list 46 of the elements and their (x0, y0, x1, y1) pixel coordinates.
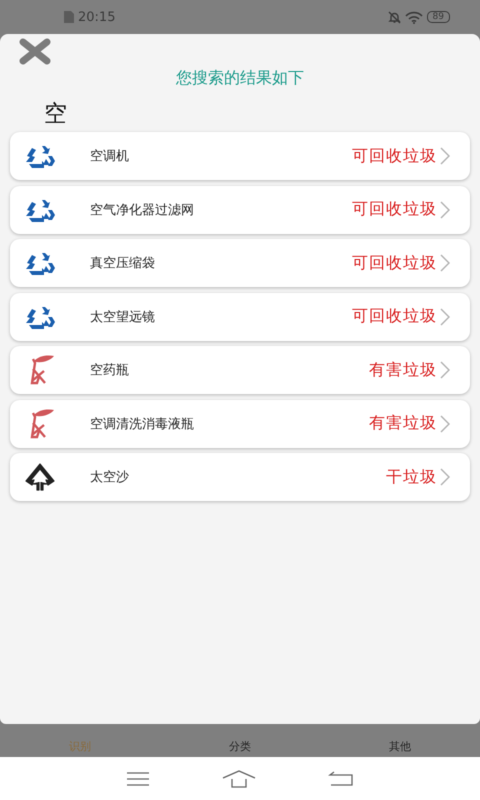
result-card[interactable]: 真空压缩袋 可回收垃圾 (10, 239, 470, 287)
sim-icon (64, 11, 74, 23)
category-label: 干垃圾 (386, 466, 437, 488)
chevron-right-icon (440, 254, 450, 272)
item-name: 空药瓶 (90, 362, 130, 379)
item-name: 太空望远镜 (90, 308, 156, 326)
chevron-right-icon (440, 308, 450, 326)
category-label: 可回收垃圾 (352, 146, 437, 166)
menu-icon[interactable] (126, 770, 150, 786)
result-card[interactable]: 太空望远镜 可回收垃圾 (10, 292, 470, 340)
category-label: 可回收垃圾 (352, 306, 437, 327)
item-name: 真空压缩袋 (90, 255, 156, 272)
tab[interactable]: 其他 (320, 724, 480, 757)
chevron-right-icon (440, 468, 450, 486)
results-title: 您搜索的结果如下 (175, 68, 305, 89)
clock: 20:15 (78, 10, 116, 24)
search-query: 空 (44, 100, 67, 129)
close-button[interactable] (18, 38, 52, 67)
chevron-right-icon (440, 361, 450, 379)
recycle-icon (24, 304, 56, 328)
item-name: 太空沙 (90, 469, 130, 486)
item-name: 空调清洗消毒液瓶 (90, 416, 195, 432)
home-icon[interactable] (222, 770, 256, 788)
item-name: 空调机 (90, 148, 130, 165)
result-card[interactable]: 空调机 可回收垃圾 (10, 132, 470, 180)
muted-bell-icon (388, 10, 401, 24)
back-icon[interactable] (328, 770, 354, 786)
recycle-icon (24, 251, 56, 275)
item-name: 空气净化器过滤网 (90, 202, 195, 218)
category-label: 可回收垃圾 (352, 199, 437, 220)
result-card[interactable]: 空调清洗消毒液瓶 有害垃圾 (10, 400, 470, 448)
recycle-icon (24, 144, 56, 168)
chevron-right-icon (440, 414, 450, 432)
tab[interactable]: 分类 (160, 724, 320, 757)
triangle-arrows-icon (24, 462, 56, 492)
recycle-icon (24, 198, 56, 222)
category-label: 可回收垃圾 (352, 252, 437, 274)
chevron-right-icon (440, 147, 450, 165)
result-card[interactable]: 太空沙 干垃圾 (10, 453, 470, 501)
category-label: 有害垃圾 (369, 360, 437, 380)
category-label: 有害垃圾 (369, 413, 437, 434)
result-card[interactable]: 空药瓶 有害垃圾 (10, 346, 470, 394)
battery-level: 89 (426, 11, 450, 23)
result-card[interactable]: 空气净化器过滤网 可回收垃圾 (10, 186, 470, 234)
wifi-icon (404, 10, 423, 24)
chevron-right-icon (440, 200, 450, 218)
